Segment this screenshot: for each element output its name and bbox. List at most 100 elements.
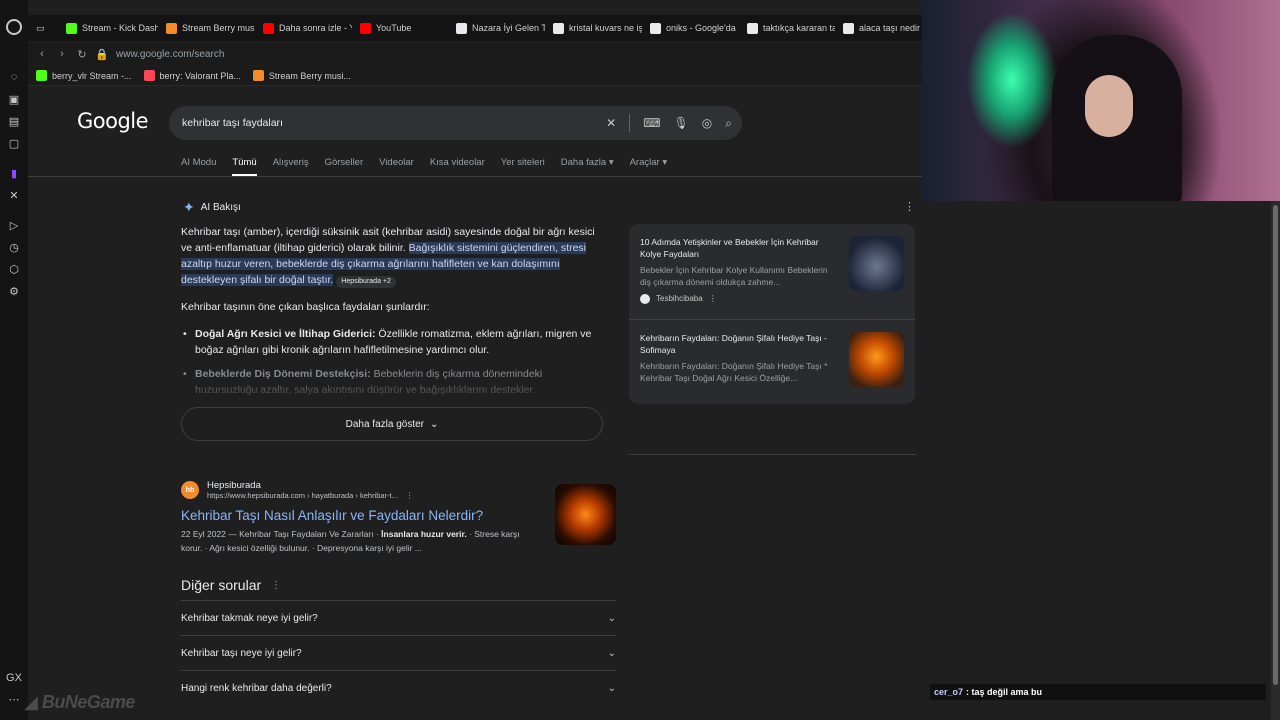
tab-bar: ▭ Stream - Kick Dash Stream Berry mus...… (28, 15, 922, 41)
google-logo[interactable]: Google (77, 109, 149, 133)
x-icon[interactable]: ✕ (6, 187, 22, 203)
lock-icon: 🔒 (95, 48, 109, 61)
paa-heading: Diğer sorular (181, 577, 262, 593)
question-row[interactable]: Kehribar taşı neye iyi gelir? ⌄ (181, 635, 616, 670)
result-url-text: https://www.hepsiburada.com › hayatburad… (207, 491, 398, 500)
kebab-icon[interactable]: ⋮ (709, 293, 717, 305)
kebab-icon[interactable]: ⋮ (271, 580, 281, 591)
show-more-button[interactable]: Daha fazla göster ⌄ (181, 407, 603, 441)
more-icon[interactable]: ⋯ (6, 691, 22, 707)
tab-favicon (553, 22, 564, 34)
tab-overview-icon[interactable]: ▭ (28, 15, 58, 41)
question-row[interactable]: Kehribar takmak neye iyi gelir? ⌄ (181, 600, 616, 635)
extensions-icon[interactable]: ⬡ (6, 261, 22, 277)
source-title: 10 Adımda Yetişkinler ve Bebekler İçin K… (640, 237, 819, 259)
mic-icon[interactable]: 🎙 (674, 116, 689, 130)
result-snippet: 22 Eyl 2022 — Kehribar Taşı Faydaları Ve… (181, 527, 541, 555)
tab[interactable]: Daha sonra izle - Y (255, 15, 352, 41)
site-name: Tesbihcibaba (656, 294, 703, 303)
address-bar: ‹ › ↻ 🔒 www.google.com/search (28, 43, 922, 65)
filter-images[interactable]: Görseller (325, 157, 364, 168)
source-snippet: Bebekler İçin Kehribar Kolye Kullanımı B… (640, 265, 828, 287)
tab-favicon (263, 22, 274, 34)
keyboard-icon[interactable]: ⌨ (643, 116, 660, 130)
settings-icon[interactable]: ⚙ (6, 283, 22, 299)
gx-corner-icon[interactable]: GX (6, 670, 22, 686)
player-icon[interactable]: ▷ (6, 217, 22, 233)
messenger-icon[interactable]: ▢ (6, 135, 22, 151)
lens-icon[interactable]: ◎ (702, 116, 712, 130)
filter-all[interactable]: Tümü (232, 157, 257, 176)
chat-username: cer_o7 (934, 687, 964, 697)
tab-label: Stream Berry mus... (182, 23, 255, 33)
aria-icon[interactable]: ◌ (6, 69, 22, 85)
filter-shopping[interactable]: Alışveriş (273, 157, 309, 168)
tab[interactable]: alaca taşı nedir - (835, 15, 922, 41)
ai-sources-panel: 10 Adımda Yetişkinler ve Bebekler İçin K… (629, 224, 915, 404)
chevron-down-icon: ⌄ (607, 682, 616, 694)
source-card[interactable]: Kehribarın Faydaları: Doğanın Şifalı Hed… (640, 332, 840, 384)
tab-label: taktıkça kararan ta (763, 23, 835, 33)
source-chip[interactable]: Hepsiburada +2 (336, 276, 396, 288)
tab[interactable]: YouTube (352, 15, 448, 41)
notes-icon[interactable]: ▤ (6, 113, 22, 129)
bookmark-favicon (36, 70, 47, 81)
chevron-down-icon: ⌄ (607, 647, 616, 659)
search-icon[interactable]: ⌕ (725, 116, 732, 131)
tab-label: YouTube (376, 23, 412, 33)
snippet-part: 22 Eyl 2022 — Kehribar Taşı Faydaları Ve… (181, 529, 379, 539)
kebab-icon[interactable]: ⋮ (406, 491, 414, 500)
tab-favicon (360, 22, 371, 34)
source-thumbnail-amber[interactable] (849, 332, 904, 387)
source-card[interactable]: 10 Adımda Yetişkinler ve Bebekler İçin K… (640, 236, 840, 305)
google-results-page: Google kehribar taşı faydaları ✕ ⌨ 🎙 ◎ ⌕… (28, 88, 922, 720)
question-row[interactable]: Hangi renk kehribar daha değerli? ⌄ (181, 670, 616, 705)
bookmark-item[interactable]: berry_vlr Stream -... (30, 70, 138, 81)
kebab-menu-icon[interactable]: ⋮ (904, 200, 915, 213)
tab-label: alaca taşı nedir - (859, 23, 922, 33)
bookmark-item[interactable]: berry: Valorant Pla... (138, 70, 247, 81)
tab[interactable]: Stream Berry mus... (158, 15, 255, 41)
source-site: Tesbihcibaba ⋮ (640, 293, 840, 305)
tab[interactable]: kristal kuvars ne iş (545, 15, 642, 41)
twitch-icon[interactable]: ▮ (6, 165, 22, 181)
bookmark-label: Stream Berry musi... (268, 70, 351, 81)
filter-tools[interactable]: Araçlar ▾ (630, 157, 668, 168)
fade-overlay (181, 374, 611, 406)
bookmark-label: berry_vlr Stream -... (52, 70, 132, 81)
filter-more[interactable]: Daha fazla ▾ (561, 157, 614, 168)
tab[interactable]: Nazara İyi Gelen T (448, 15, 545, 41)
section-divider (629, 454, 916, 455)
filter-short-videos[interactable]: Kısa videolar (430, 157, 485, 168)
source-thumbnail-necklace[interactable] (849, 236, 904, 291)
back-icon[interactable]: ‹ (32, 48, 52, 60)
source-divider (629, 319, 915, 320)
question-text: Kehribar taşı neye iyi gelir? (181, 647, 302, 659)
search-input[interactable]: kehribar taşı faydaları (182, 117, 283, 129)
bookmark-item[interactable]: Stream Berry musi... (247, 70, 357, 81)
tab[interactable]: oniks - Google'da (642, 15, 739, 41)
history-icon[interactable]: ◷ (6, 239, 22, 255)
site-favicon (640, 294, 650, 304)
ai-intro: Kehribar taşı (amber), içerdiği süksinik… (181, 224, 605, 288)
scrollbar-thumb[interactable] (1273, 205, 1278, 685)
filter-videos[interactable]: Videolar (379, 157, 414, 168)
filter-ai-mode[interactable]: AI Modu (181, 157, 216, 168)
forward-icon[interactable]: › (52, 48, 72, 60)
search-box[interactable]: kehribar taşı faydaları ✕ ⌨ 🎙 ◎ ⌕ (169, 106, 742, 140)
tab-favicon (66, 22, 77, 34)
browser-sidebar: ◌ ▣ ▤ ▢ ▮ ✕ ▷ ◷ ⬡ ⚙ GX ⋯ (0, 0, 28, 720)
bookmark-favicon (143, 70, 155, 81)
filter-places[interactable]: Yer siteleri (501, 157, 545, 168)
tab-label: Nazara İyi Gelen T (472, 23, 545, 33)
bookmark-favicon (252, 70, 264, 81)
shop-icon[interactable]: ▣ (6, 91, 22, 107)
reload-icon[interactable]: ↻ (72, 48, 92, 61)
result-thumbnail[interactable] (555, 484, 616, 545)
tab[interactable]: taktıkça kararan ta (739, 15, 835, 41)
clear-icon[interactable]: ✕ (606, 116, 616, 130)
tab[interactable]: Stream - Kick Dash (58, 15, 158, 41)
url-field[interactable]: www.google.com/search (116, 49, 224, 60)
opera-logo-icon[interactable] (6, 19, 22, 35)
ai-overview-header: ✦ AI Bakışı (183, 199, 241, 216)
